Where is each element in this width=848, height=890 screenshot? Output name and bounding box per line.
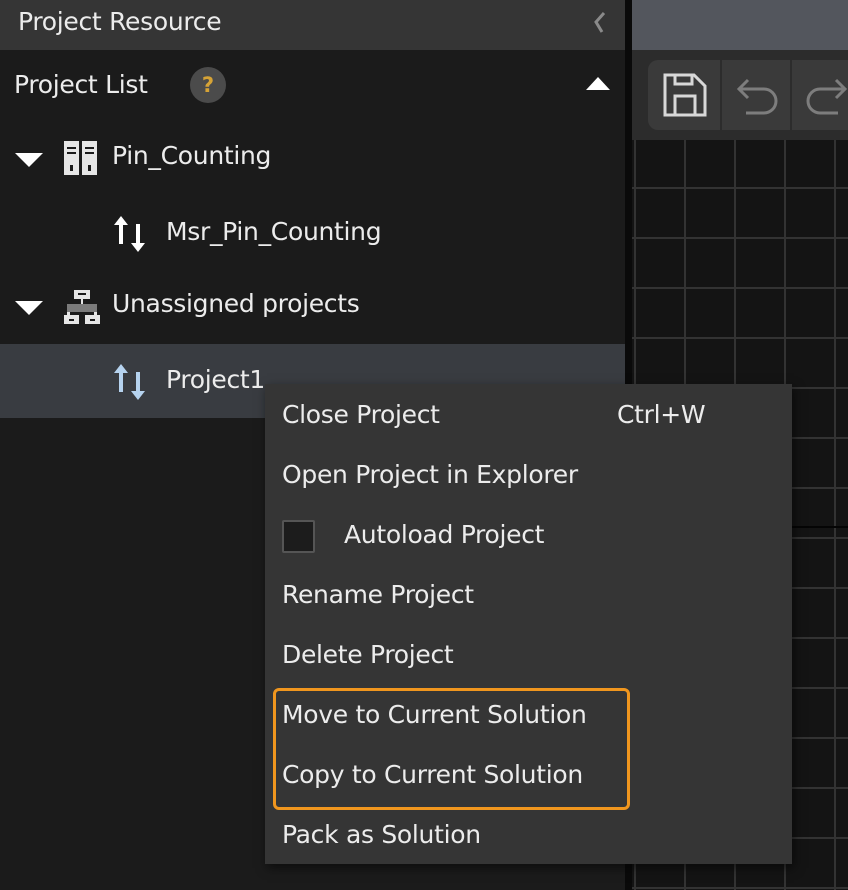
up-down-arrows-icon [112, 362, 152, 402]
tree-item-label: Pin_Counting [112, 141, 272, 170]
menu-item-close-project[interactable]: Close Project Ctrl+W [265, 386, 792, 446]
chevron-left-icon [594, 12, 606, 33]
menu-item-label: Copy to Current Solution [282, 760, 583, 789]
triangle-down-icon [15, 153, 43, 167]
menu-item-label: Rename Project [282, 580, 474, 609]
save-button[interactable] [650, 60, 720, 130]
context-menu: Close Project Ctrl+W Open Project in Exp… [265, 384, 792, 864]
panel-title: Project Resource [18, 7, 222, 36]
menu-item-rename-project[interactable]: Rename Project [265, 566, 792, 626]
menu-item-label: Move to Current Solution [282, 700, 587, 729]
project-list-toggle-button[interactable] [584, 74, 612, 96]
expand-toggle[interactable] [14, 150, 44, 170]
help-icon[interactable]: ? [190, 67, 226, 103]
workspace-tab-bar [632, 0, 848, 50]
menu-item-label: Pack as Solution [282, 820, 481, 849]
tree-item-label: Project1 [166, 365, 266, 394]
menu-item-shortcut: Ctrl+W [617, 400, 706, 429]
up-down-arrows-icon [112, 214, 152, 254]
triangle-down-icon [15, 301, 43, 315]
menu-item-pack-as-solution[interactable]: Pack as Solution [265, 806, 792, 866]
panel-header: Project Resource [0, 0, 625, 50]
menu-item-label: Close Project [282, 400, 440, 429]
tree-item-group[interactable]: Unassigned projects [0, 270, 625, 344]
undo-icon [736, 78, 778, 115]
menu-item-label: Delete Project [282, 640, 454, 669]
autoload-checkbox[interactable] [282, 520, 315, 553]
project-list-title: Project List [14, 70, 148, 99]
menu-item-copy-to-current-solution[interactable]: Copy to Current Solution [265, 746, 792, 806]
menu-item-label: Open Project in Explorer [282, 460, 578, 489]
eject-triangle-icon [586, 77, 610, 90]
redo-button[interactable] [790, 60, 848, 130]
redo-icon [806, 78, 848, 115]
hierarchy-icon [62, 286, 102, 326]
tree-item-label: Unassigned projects [112, 289, 360, 318]
tree-item-project[interactable]: Msr_Pin_Counting [0, 196, 625, 270]
tree-item-solution[interactable]: Pin_Counting [0, 122, 625, 196]
collapse-panel-button[interactable] [588, 8, 612, 38]
menu-item-label: Autoload Project [344, 520, 545, 549]
menu-item-delete-project[interactable]: Delete Project [265, 626, 792, 686]
save-icon [663, 73, 707, 117]
expand-toggle[interactable] [14, 298, 44, 318]
menu-item-autoload-project[interactable]: Autoload Project [265, 506, 792, 566]
menu-item-open-in-explorer[interactable]: Open Project in Explorer [265, 446, 792, 506]
solution-icon [62, 138, 102, 178]
menu-item-move-to-current-solution[interactable]: Move to Current Solution [265, 686, 792, 746]
help-glyph: ? [201, 73, 215, 97]
tree-item-label: Msr_Pin_Counting [166, 217, 382, 246]
undo-button[interactable] [720, 60, 790, 130]
